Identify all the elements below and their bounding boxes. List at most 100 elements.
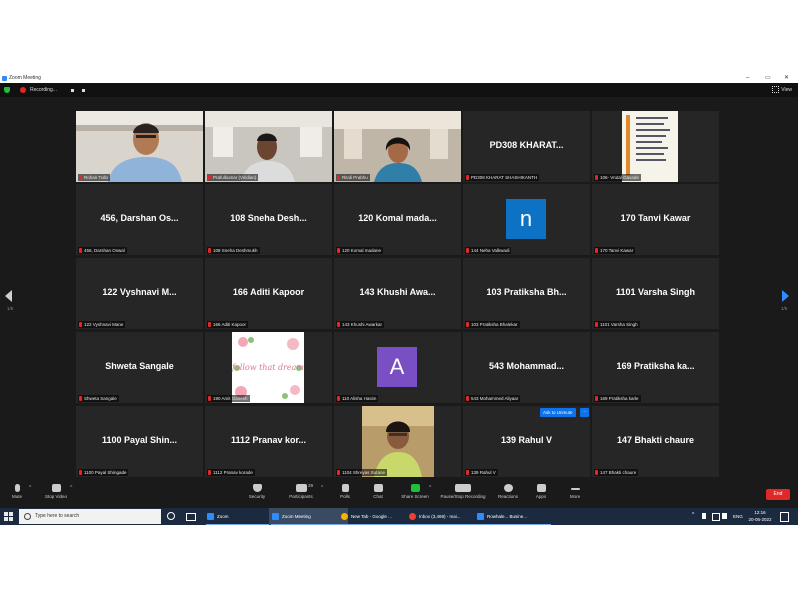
participant-tile[interactable]: 106- Vrutal Gavade bbox=[592, 111, 719, 182]
task-view-icon[interactable] bbox=[186, 513, 196, 521]
polls-label: Polls bbox=[340, 494, 350, 499]
pause-stop-recording-button[interactable]: Pause/Stop Recording bbox=[436, 484, 490, 499]
chat-button[interactable]: Chat bbox=[358, 484, 398, 499]
participant-tile[interactable]: Rohan Tullo bbox=[76, 111, 203, 182]
volume-icon[interactable] bbox=[722, 513, 727, 519]
taskbar-item-zoom-meeting[interactable]: Zoom Meeting bbox=[269, 508, 348, 525]
ask-to-unmute-button[interactable]: Ask to Unmute bbox=[540, 408, 576, 417]
participant-video bbox=[76, 111, 203, 182]
microphone-icon bbox=[14, 484, 20, 492]
windows-start-icon[interactable] bbox=[4, 512, 13, 521]
audio-options-chevron-icon[interactable]: ^ bbox=[29, 485, 31, 491]
participant-tile[interactable]: 143 Khushi Awa... 143 Khushi Awarkar bbox=[334, 258, 461, 329]
more-button[interactable]: More bbox=[555, 484, 595, 499]
video-options-chevron-icon[interactable]: ^ bbox=[70, 485, 72, 491]
participant-tile[interactable]: 108 Sneha Desh... 108 Sneha Deshmukh bbox=[205, 184, 332, 255]
stop-video-label: Stop Video bbox=[45, 494, 67, 499]
view-button[interactable]: View bbox=[772, 83, 792, 97]
cortana-icon[interactable] bbox=[167, 512, 175, 520]
participants-icon bbox=[295, 484, 307, 492]
participant-name: 122 Vyshnavi M... bbox=[102, 287, 177, 297]
clock-date: 20-05-2022 bbox=[748, 517, 772, 522]
muted-mic-icon bbox=[208, 248, 211, 253]
zoom-icon bbox=[272, 513, 279, 520]
participant-tile[interactable]: 456, Darshan Os... 456, Darshan Oswal bbox=[76, 184, 203, 255]
more-dots-icon bbox=[570, 488, 580, 490]
taskbar-search-placeholder: Type here to search bbox=[35, 513, 80, 519]
participant-tile[interactable]: Prafulkumar (Viridian) bbox=[205, 111, 332, 182]
participant-tile[interactable]: 1100 Payal Shin... 1100 Payal Shingade bbox=[76, 406, 203, 477]
participant-tile[interactable]: 543 Mohammad... 543 Mohammed Aliyaar bbox=[463, 332, 590, 403]
clock[interactable]: 12:16 20-05-2022 bbox=[746, 509, 774, 523]
participant-tile[interactable]: 147 Bhakti chaure 147 Bhakti chaure bbox=[592, 406, 719, 477]
participant-tile[interactable]: n 144 Neha Valkwadi bbox=[463, 184, 590, 255]
share-options-chevron-icon[interactable]: ^ bbox=[429, 485, 431, 491]
minimize-button[interactable]: – bbox=[746, 74, 749, 83]
participant-tile[interactable]: PD308 KHARAT... PD308 KHARAT SHASHIKANTH bbox=[463, 111, 590, 182]
participant-name-label: 169 Pratiksha karle bbox=[594, 395, 641, 402]
reactions-icon bbox=[503, 484, 513, 492]
more-options-icon[interactable]: ⋯ bbox=[580, 408, 589, 417]
participant-name-label: 106- Vrutal Gavade bbox=[594, 174, 641, 181]
close-button[interactable]: ✕ bbox=[784, 74, 789, 83]
participant-tile[interactable]: A 110 Alisha Hasim bbox=[334, 332, 461, 403]
battery-icon[interactable] bbox=[712, 513, 720, 521]
participant-name-label: 1104 Shreyas Sutane bbox=[336, 469, 387, 476]
muted-mic-icon bbox=[208, 175, 211, 180]
participant-tile[interactable]: Ritoli Prabhu bbox=[334, 111, 461, 182]
participant-tile[interactable]: 120 Komal mada... 120 Komal madane bbox=[334, 184, 461, 255]
view-label: View bbox=[781, 87, 792, 93]
meeting-toolbar: Mute ^ Stop Video ^ Security Participant… bbox=[0, 480, 798, 508]
window-title: Zoom Meeting bbox=[9, 75, 41, 81]
show-hidden-icons-chevron-icon[interactable]: ^ bbox=[692, 512, 694, 518]
muted-mic-icon bbox=[208, 322, 211, 327]
participant-tile[interactable]: 1104 Shreyas Sutane bbox=[334, 406, 461, 477]
participant-tile[interactable]: 170 Tanvi Kawar 170 Tanvi Kawar bbox=[592, 184, 719, 255]
participant-name-label: 110 Alisha Hasim bbox=[336, 395, 379, 402]
participant-tile[interactable]: 166 Aditi Kapoor 166 Aditi Kapoor bbox=[205, 258, 332, 329]
taskbar-item-zoom[interactable]: Zoom bbox=[204, 508, 277, 525]
end-meeting-button[interactable]: End bbox=[766, 489, 790, 500]
participants-button[interactable]: Participants bbox=[281, 484, 321, 499]
security-button[interactable]: Security bbox=[237, 484, 277, 499]
stop-recording-icon[interactable] bbox=[82, 89, 85, 92]
next-page-arrow[interactable] bbox=[782, 290, 789, 302]
language-indicator[interactable]: ENG bbox=[733, 508, 743, 525]
pause-recording-icon[interactable] bbox=[71, 89, 74, 92]
taskbar-search-box[interactable]: Type here to search bbox=[19, 509, 161, 524]
previous-page-arrow[interactable] bbox=[5, 290, 12, 302]
muted-mic-icon bbox=[595, 322, 598, 327]
maximize-button[interactable]: ▭ bbox=[765, 74, 771, 83]
participant-tile[interactable]: follow that dream 190 Amit Ganesh bbox=[205, 332, 332, 403]
search-icon bbox=[24, 513, 31, 520]
muted-mic-icon bbox=[466, 175, 469, 180]
participants-count: 29 bbox=[308, 483, 314, 488]
mute-button[interactable]: Mute bbox=[0, 484, 37, 499]
taskbar-item-document[interactable]: Rowhale... Busine... bbox=[474, 508, 553, 525]
grid-view-icon bbox=[772, 86, 780, 94]
participant-tile[interactable]: 1101 Varsha Singh 1101 Varsha Singh bbox=[592, 258, 719, 329]
participant-tile[interactable]: 169 Pratiksha ka... 169 Pratiksha karle bbox=[592, 332, 719, 403]
pause-stop-icon bbox=[455, 484, 471, 492]
notifications-icon[interactable] bbox=[780, 512, 789, 522]
muted-mic-icon bbox=[466, 396, 469, 401]
participant-avatar: n bbox=[506, 199, 546, 239]
participant-name-label: 139 Rahul V bbox=[465, 469, 498, 476]
pause-stop-recording-label: Pause/Stop Recording bbox=[440, 494, 486, 499]
participant-name-label: 120 Komal madane bbox=[336, 247, 384, 254]
profile-picture-text: follow that dream bbox=[231, 363, 304, 372]
participants-options-chevron-icon[interactable]: ^ bbox=[321, 485, 323, 491]
page-indicator-right: 1/5 bbox=[781, 306, 788, 311]
participant-name-label: Rohan Tullo bbox=[78, 174, 111, 181]
participant-name: PD308 KHARAT... bbox=[489, 140, 564, 150]
participant-tile[interactable]: 1112 Pranav kor... 1112 Pranav korade bbox=[205, 406, 332, 477]
participant-tile[interactable]: Shweta Sangale Shweta Sangale bbox=[76, 332, 203, 403]
participant-name-label: 147 Bhakti chaure bbox=[594, 469, 639, 476]
security-shield-icon[interactable] bbox=[4, 87, 10, 93]
muted-mic-icon bbox=[466, 248, 469, 253]
polls-icon bbox=[341, 484, 349, 492]
participant-tile[interactable]: 122 Vyshnavi M... 122 Vyshnavi Mane bbox=[76, 258, 203, 329]
network-icon[interactable] bbox=[702, 513, 706, 519]
participant-tile[interactable]: 103 Pratiksha Bh... 103 Pratiksha Bhalek… bbox=[463, 258, 590, 329]
participant-name-label: Prafulkumar (Viridian) bbox=[207, 174, 259, 181]
